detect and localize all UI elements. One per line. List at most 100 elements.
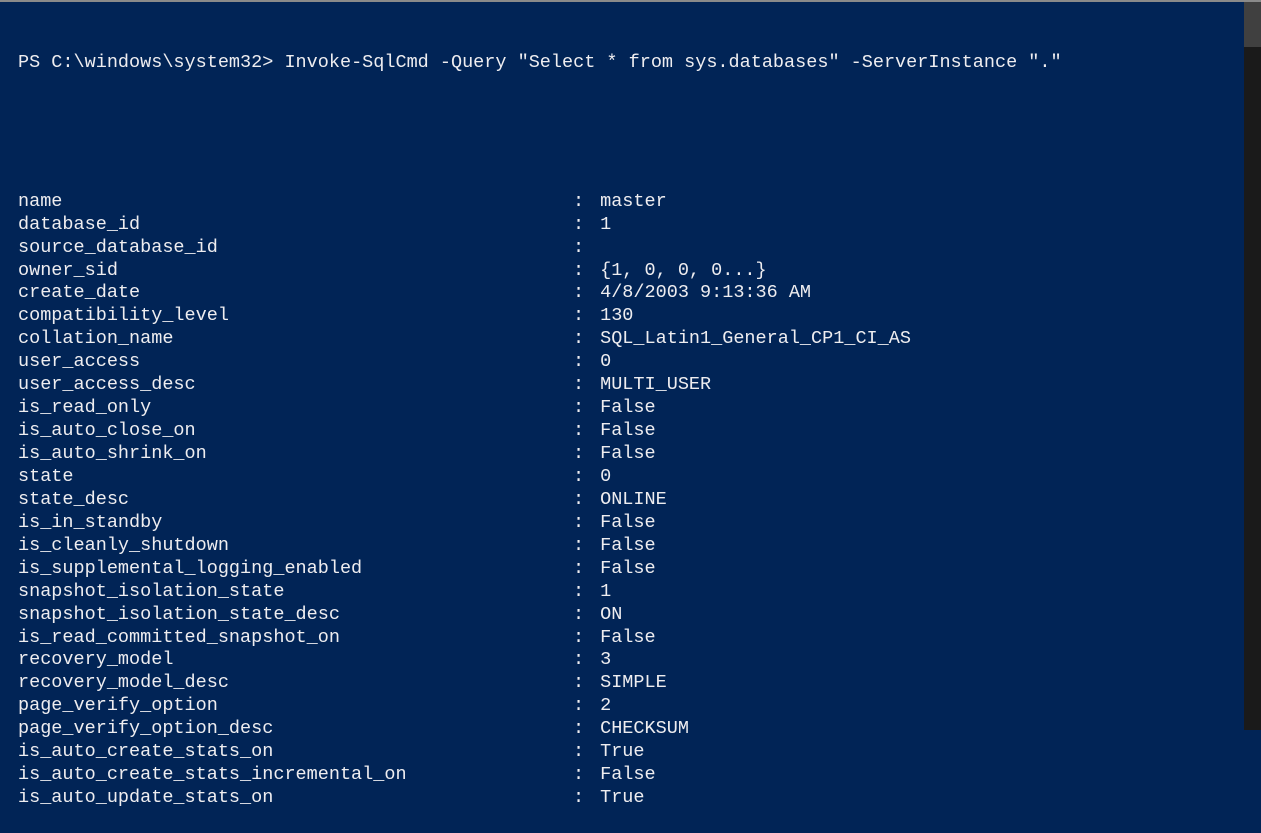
field-value: 1 xyxy=(589,214,611,237)
field-separator: : xyxy=(573,695,589,718)
field-name: owner_sid xyxy=(18,260,573,283)
field-value: False xyxy=(589,535,656,558)
output-row: state_desc: ONLINE xyxy=(18,489,1253,512)
field-separator: : xyxy=(573,443,589,466)
field-value: False xyxy=(589,397,656,420)
field-name: recovery_model_desc xyxy=(18,672,573,695)
field-separator: : xyxy=(573,489,589,512)
output-row: is_auto_create_stats_incremental_on: Fal… xyxy=(18,764,1253,787)
output-row: is_cleanly_shutdown: False xyxy=(18,535,1253,558)
field-value: True xyxy=(589,787,645,810)
field-name: page_verify_option xyxy=(18,695,573,718)
field-value: 0 xyxy=(589,466,611,489)
field-separator: : xyxy=(573,237,589,260)
prompt-prefix: PS C:\windows\system32> xyxy=(18,52,273,73)
field-name: database_id xyxy=(18,214,573,237)
field-separator: : xyxy=(573,397,589,420)
field-name: is_read_committed_snapshot_on xyxy=(18,627,573,650)
field-separator: : xyxy=(573,787,589,810)
field-value: False xyxy=(589,764,656,787)
output-row: create_date: 4/8/2003 9:13:36 AM xyxy=(18,282,1253,305)
field-value: SIMPLE xyxy=(589,672,667,695)
field-separator: : xyxy=(573,191,589,214)
field-value: 2 xyxy=(589,695,611,718)
command-text: Invoke-SqlCmd -Query "Select * from sys.… xyxy=(284,52,1061,73)
field-separator: : xyxy=(573,328,589,351)
field-value: SQL_Latin1_General_CP1_CI_AS xyxy=(589,328,911,351)
field-name: create_date xyxy=(18,282,573,305)
field-value: False xyxy=(589,420,656,443)
field-separator: : xyxy=(573,214,589,237)
field-name: is_auto_close_on xyxy=(18,420,573,443)
field-separator: : xyxy=(573,604,589,627)
field-value: 0 xyxy=(589,351,611,374)
field-value: ONLINE xyxy=(589,489,667,512)
scrollbar-thumb[interactable] xyxy=(1244,2,1261,47)
field-value: 1 xyxy=(589,581,611,604)
field-value: ON xyxy=(589,604,622,627)
field-name: is_read_only xyxy=(18,397,573,420)
field-value: False xyxy=(589,558,656,581)
field-name: collation_name xyxy=(18,328,573,351)
field-separator: : xyxy=(573,466,589,489)
field-name: snapshot_isolation_state xyxy=(18,581,573,604)
output-row: is_in_standby: False xyxy=(18,512,1253,535)
output-row: snapshot_isolation_state: 1 xyxy=(18,581,1253,604)
output-row: is_auto_update_stats_on: True xyxy=(18,787,1253,810)
command-line: PS C:\windows\system32> Invoke-SqlCmd -Q… xyxy=(18,52,1253,75)
output-row: is_supplemental_logging_enabled: False xyxy=(18,558,1253,581)
field-separator: : xyxy=(573,558,589,581)
field-name: source_database_id xyxy=(18,237,573,260)
output-row: name: master xyxy=(18,191,1253,214)
output-row: is_read_only: False xyxy=(18,397,1253,420)
field-name: recovery_model xyxy=(18,649,573,672)
field-name: is_auto_create_stats_on xyxy=(18,741,573,764)
query-output: name: masterdatabase_id: 1source_databas… xyxy=(18,191,1253,810)
output-row: user_access_desc: MULTI_USER xyxy=(18,374,1253,397)
field-name: state_desc xyxy=(18,489,573,512)
field-name: is_auto_create_stats_incremental_on xyxy=(18,764,573,787)
output-row: is_read_committed_snapshot_on: False xyxy=(18,627,1253,650)
vertical-scrollbar[interactable] xyxy=(1244,2,1261,730)
field-separator: : xyxy=(573,535,589,558)
field-name: state xyxy=(18,466,573,489)
output-row: page_verify_option: 2 xyxy=(18,695,1253,718)
field-value: master xyxy=(589,191,667,214)
field-value: False xyxy=(589,512,656,535)
field-separator: : xyxy=(573,764,589,787)
field-separator: : xyxy=(573,260,589,283)
field-value: {1, 0, 0, 0...} xyxy=(589,260,767,283)
field-name: is_auto_shrink_on xyxy=(18,443,573,466)
field-separator: : xyxy=(573,305,589,328)
field-value: 4/8/2003 9:13:36 AM xyxy=(589,282,811,305)
output-row: collation_name: SQL_Latin1_General_CP1_C… xyxy=(18,328,1253,351)
terminal-output[interactable]: PS C:\windows\system32> Invoke-SqlCmd -Q… xyxy=(0,2,1261,833)
field-separator: : xyxy=(573,351,589,374)
output-row: database_id: 1 xyxy=(18,214,1253,237)
output-row: user_access: 0 xyxy=(18,351,1253,374)
field-separator: : xyxy=(573,649,589,672)
field-value: False xyxy=(589,627,656,650)
field-value: 3 xyxy=(589,649,611,672)
output-row: recovery_model_desc: SIMPLE xyxy=(18,672,1253,695)
field-value: True xyxy=(589,741,645,764)
output-row: is_auto_create_stats_on: True xyxy=(18,741,1253,764)
field-name: is_in_standby xyxy=(18,512,573,535)
output-row: is_auto_shrink_on: False xyxy=(18,443,1253,466)
field-name: is_cleanly_shutdown xyxy=(18,535,573,558)
field-separator: : xyxy=(573,581,589,604)
field-value: MULTI_USER xyxy=(589,374,711,397)
field-separator: : xyxy=(573,282,589,305)
output-row: compatibility_level: 130 xyxy=(18,305,1253,328)
field-separator: : xyxy=(573,420,589,443)
field-name: name xyxy=(18,191,573,214)
field-name: snapshot_isolation_state_desc xyxy=(18,604,573,627)
field-separator: : xyxy=(573,374,589,397)
field-value: 130 xyxy=(589,305,633,328)
output-row: is_auto_close_on: False xyxy=(18,420,1253,443)
field-value: False xyxy=(589,443,656,466)
field-separator: : xyxy=(573,741,589,764)
field-name: compatibility_level xyxy=(18,305,573,328)
output-row: state: 0 xyxy=(18,466,1253,489)
field-separator: : xyxy=(573,627,589,650)
